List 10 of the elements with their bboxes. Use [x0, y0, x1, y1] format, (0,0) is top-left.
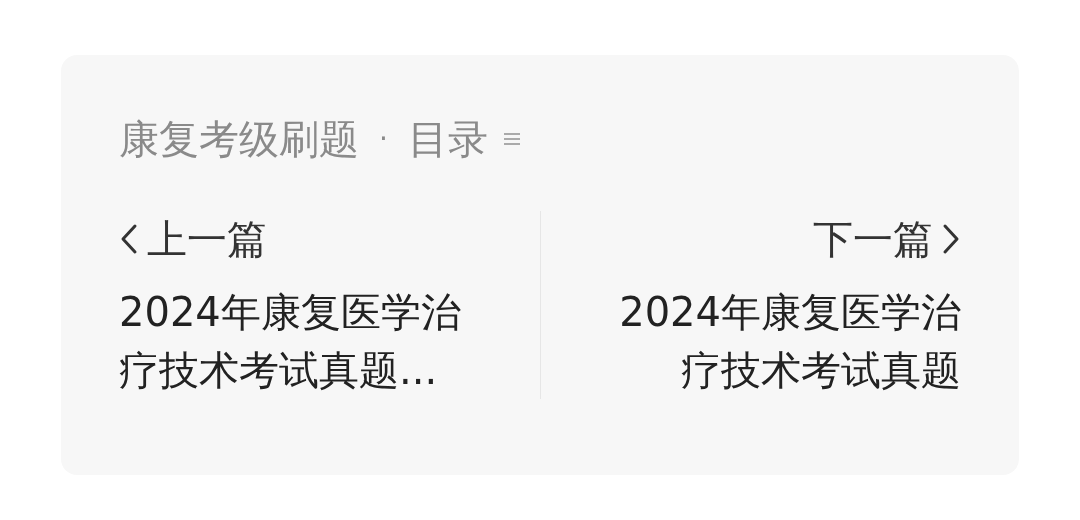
next-article-link[interactable]: 下一篇 2024年康复医学治疗技术考试真题 — [540, 211, 961, 399]
list-icon — [503, 131, 520, 147]
next-label: 下一篇 — [813, 215, 933, 264]
chevron-right-icon — [941, 223, 961, 255]
previous-label: 上一篇 — [147, 215, 267, 264]
separator-dot: · — [379, 121, 388, 157]
previous-article-link[interactable]: 上一篇 2024年康复医学治疗技术考试真题... — [119, 211, 540, 399]
chevron-left-icon — [119, 223, 139, 255]
next-article-title: 2024年康复医学治疗技术考试真题 — [618, 288, 961, 395]
previous-article-title: 2024年康复医学治疗技术考试真题... — [119, 288, 462, 395]
